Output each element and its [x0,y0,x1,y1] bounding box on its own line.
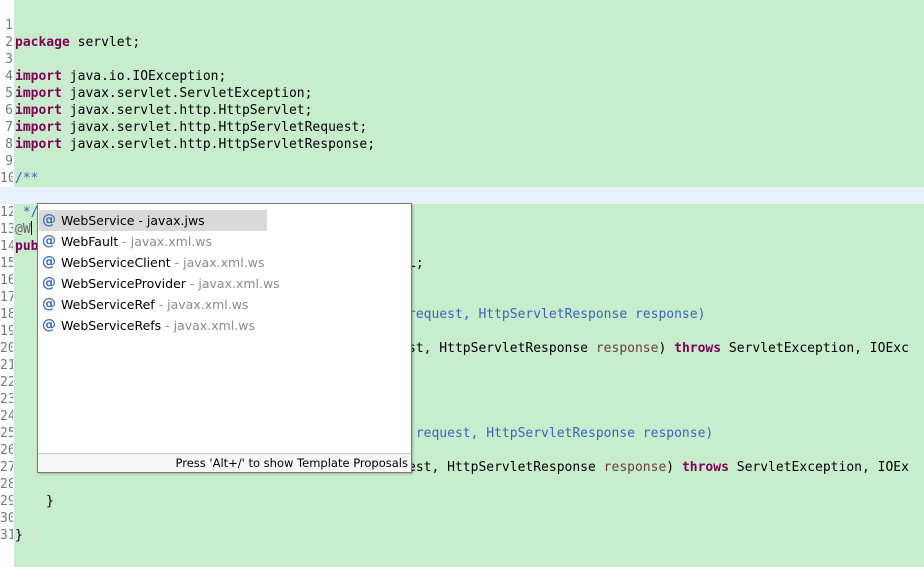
code-line: 8 [0,119,924,152]
proposal-name: WebServiceProvider [61,276,186,291]
proposal-webfault[interactable]: @ WebFault - javax.xml.ws [39,231,410,252]
proposal-name: WebService [61,213,135,228]
annotation-icon: @ [42,212,56,228]
proposal-webserviceprovider[interactable]: @ WebServiceProvider - javax.xml.ws [39,273,410,294]
proposal-webservicerefs[interactable]: @ WebServiceRefs - javax.xml.ws [39,315,410,336]
annotation-icon: @ [42,275,56,291]
annotation-icon: @ [42,296,56,312]
proposal-package: - javax.jws [134,213,205,228]
code-line: 29 [0,476,924,509]
code-line: 6 import javax.servlet.http.HttpServletR… [0,85,924,135]
code-line: 11 */ [0,170,924,220]
template-proposals-hint: Press 'Alt+/' to show Template Proposals [38,453,411,472]
annotation-icon: @ [42,233,56,249]
code-line: 30 } [0,493,924,543]
code-line: 5 import javax.servlet.http.HttpServlet; [0,68,924,118]
proposal-name: WebServiceRefs [61,318,162,333]
annotation-icon: @ [42,317,56,333]
proposal-package: - javax.xml.ws [161,318,255,333]
proposal-package: - javax.xml.ws [154,297,249,312]
code-line: 31 [0,510,924,543]
code-line: 1 package servlet; [0,0,924,50]
code-line: 9 /** [0,136,924,186]
current-line: 12 @W [0,187,924,237]
annotation-icon: @ [42,254,56,270]
code-line: 3 import java.io.IOException; [0,34,924,84]
proposal-webserviceref[interactable]: @ WebServiceRef - javax.xml.ws [39,294,410,315]
proposal-list[interactable]: @ WebService - javax.jws @ WebFault - ja… [39,210,410,336]
content-assist-popup[interactable]: @ WebService - javax.jws @ WebFault - ja… [37,203,412,473]
proposal-package: - javax.xml.ws [118,234,213,249]
proposal-name: WebServiceRef [61,297,155,312]
code-line: 2 [0,17,924,50]
code-line: 7 import javax.servlet.http.HttpServletR… [0,102,924,152]
proposal-name: WebServiceClient [61,255,171,270]
proposal-package: - javax.xml.ws [185,276,280,291]
code-line: 4 import javax.servlet.ServletException; [0,51,924,101]
code-line: 10 * Servlet implementation class Servle… [0,153,924,203]
proposal-name: WebFault [61,234,119,249]
proposal-webservice[interactable]: @ WebService - javax.jws [39,210,267,231]
proposal-webserviceclient[interactable]: @ WebServiceClient - javax.xml.ws [39,252,410,273]
proposal-package: - javax.xml.ws [170,255,265,270]
line-number: 31 [0,528,13,543]
